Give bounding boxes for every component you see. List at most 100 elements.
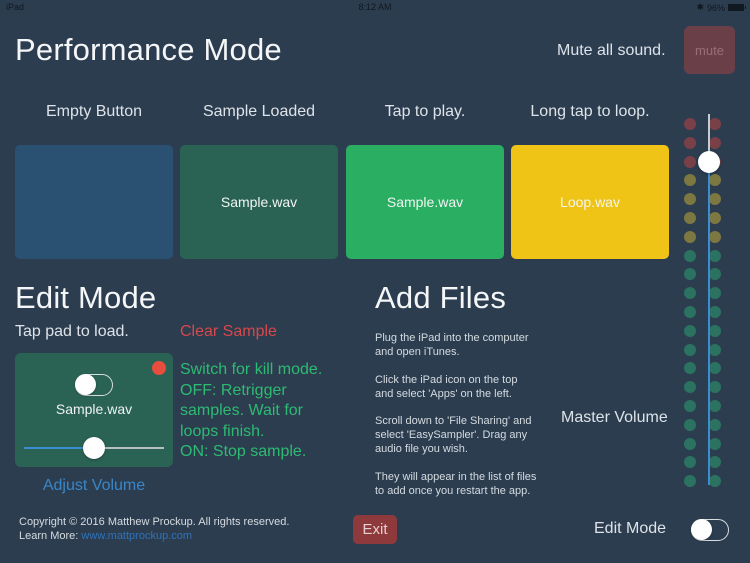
meter-dot <box>709 249 721 262</box>
learn-more-line: Learn More: www.mattprockup.com <box>19 529 289 543</box>
meter-dot <box>709 475 721 488</box>
meter-dot <box>684 174 696 187</box>
step-line: Plug the iPad into the computer <box>375 332 529 344</box>
meter-dot <box>709 212 721 224</box>
meter-dot <box>709 268 721 281</box>
toggle-knob <box>691 519 712 540</box>
kill-mode-help: Switch for kill mode. OFF: Retrigger sam… <box>180 360 322 463</box>
step-line: Scroll down to 'File Sharing' and <box>375 415 532 427</box>
add-files-step-2: Click the iPad icon on the top and selec… <box>375 373 517 401</box>
meter-dot <box>684 418 696 431</box>
meter-dot <box>709 118 721 130</box>
meter-dot <box>684 343 696 356</box>
pad-volume-slider[interactable] <box>24 437 164 459</box>
meter-dot <box>684 362 696 375</box>
pad-label-loop: Long tap to loop. <box>530 103 650 120</box>
battery-percent: 96% <box>706 2 725 13</box>
master-volume-label: Master Volume <box>561 409 668 426</box>
meter-dot <box>684 475 696 488</box>
performance-mode-title: Performance Mode <box>15 32 282 67</box>
slider-thumb[interactable] <box>83 437 105 459</box>
website-link[interactable]: www.mattprockup.com <box>81 530 192 542</box>
mute-button[interactable]: mute <box>684 26 735 74</box>
status-bar: iPad 8:12 AM ✱ 96% <box>0 0 750 14</box>
meter-dot <box>709 136 721 149</box>
footer-info: Copyright © 2016 Matthew Prockup. All ri… <box>19 515 289 543</box>
bluetooth-icon: ✱ <box>696 2 704 12</box>
kill-mode-toggle[interactable] <box>75 374 113 396</box>
meter-dot <box>684 249 696 262</box>
pad-empty[interactable] <box>15 145 173 259</box>
step-line: audio file you wish. <box>375 443 468 455</box>
step-line: and open iTunes. <box>375 346 460 358</box>
meter-dot <box>684 400 696 412</box>
pad-label-play: Tap to play. <box>384 103 466 120</box>
help-line: ON: Stop sample. <box>180 443 307 460</box>
meter-dot <box>709 287 721 300</box>
meter-dot <box>709 418 721 431</box>
meter-dot <box>684 212 696 224</box>
pad-file-name: Loop.wav <box>560 194 620 210</box>
meter-dot <box>684 155 696 168</box>
step-line: select 'EasySampler'. Drag any <box>375 429 528 441</box>
pad-label-loaded: Sample Loaded <box>202 103 316 120</box>
record-indicator-dot <box>152 361 166 375</box>
help-line: samples. Wait for <box>180 402 303 419</box>
pad-label-empty: Empty Button <box>45 103 143 120</box>
exit-button[interactable]: Exit <box>353 515 397 544</box>
adjust-volume-label: Adjust Volume <box>42 477 146 494</box>
pad-tap-to-play[interactable]: Sample.wav <box>346 145 504 259</box>
status-time: 8:12 AM <box>358 2 392 12</box>
meter-dot <box>709 306 721 318</box>
pad-sample-loaded[interactable]: Sample.wav <box>180 145 338 259</box>
add-files-step-4: They will appear in the list of files to… <box>375 470 536 498</box>
add-files-step-3: Scroll down to 'File Sharing' and select… <box>375 414 531 456</box>
edit-mode-title: Edit Mode <box>15 280 157 315</box>
meter-dot <box>709 437 721 450</box>
meter-dot <box>684 287 696 300</box>
help-line: OFF: Retrigger <box>180 381 287 399</box>
meter-dot <box>684 118 696 130</box>
master-volume-slider-thumb[interactable] <box>698 151 720 174</box>
clear-sample-button[interactable]: Clear Sample <box>180 323 277 341</box>
edit-mode-label: Edit Mode <box>594 520 667 537</box>
copyright-text: Copyright © 2016 Matthew Prockup. All ri… <box>19 516 290 528</box>
status-right: ✱ 96% <box>696 2 746 13</box>
meter-dot <box>684 306 696 318</box>
meter-dot <box>709 193 721 206</box>
meter-dot <box>709 362 721 375</box>
tap-pad-to-load-label: Tap pad to load. <box>15 323 129 340</box>
step-line: Click the iPad icon on the top <box>375 374 518 386</box>
help-line: loops finish. <box>180 422 265 440</box>
pad-file-name: Sample.wav <box>386 194 464 210</box>
meter-dot <box>684 437 696 450</box>
pad-long-tap-loop[interactable]: Loop.wav <box>511 145 669 259</box>
meter-dot <box>709 381 721 394</box>
toggle-knob <box>75 374 96 395</box>
meter-dot <box>709 230 721 243</box>
add-files-step-1: Plug the iPad into the computer and open… <box>375 331 528 359</box>
edit-pad-file-name: Sample.wav <box>55 401 133 417</box>
pad-file-name: Sample.wav <box>220 194 298 210</box>
master-volume-track-filled <box>708 162 710 485</box>
meter-dot <box>684 193 696 206</box>
meter-dot <box>684 456 696 469</box>
meter-dot <box>684 230 696 243</box>
edit-mode-toggle[interactable] <box>691 519 729 541</box>
step-line: They will appear in the list of files <box>375 471 537 483</box>
meter-dot <box>709 456 721 469</box>
mute-all-label: Mute all sound. <box>557 42 666 59</box>
meter-dot <box>709 324 721 337</box>
meter-dot <box>684 268 696 281</box>
add-files-title: Add Files <box>375 280 507 315</box>
edit-pad-card[interactable]: Sample.wav <box>15 353 173 467</box>
meter-dot <box>684 324 696 337</box>
help-line: Switch for kill mode. <box>180 361 323 378</box>
meter-dot <box>709 343 721 356</box>
step-line: and select 'Apps' on the left. <box>375 388 512 400</box>
meter-dot <box>684 381 696 394</box>
battery-icon <box>728 4 746 11</box>
meter-dot <box>709 400 721 412</box>
learn-more-label: Learn More: <box>19 530 79 542</box>
step-line: to add once you restart the app. <box>375 485 531 497</box>
